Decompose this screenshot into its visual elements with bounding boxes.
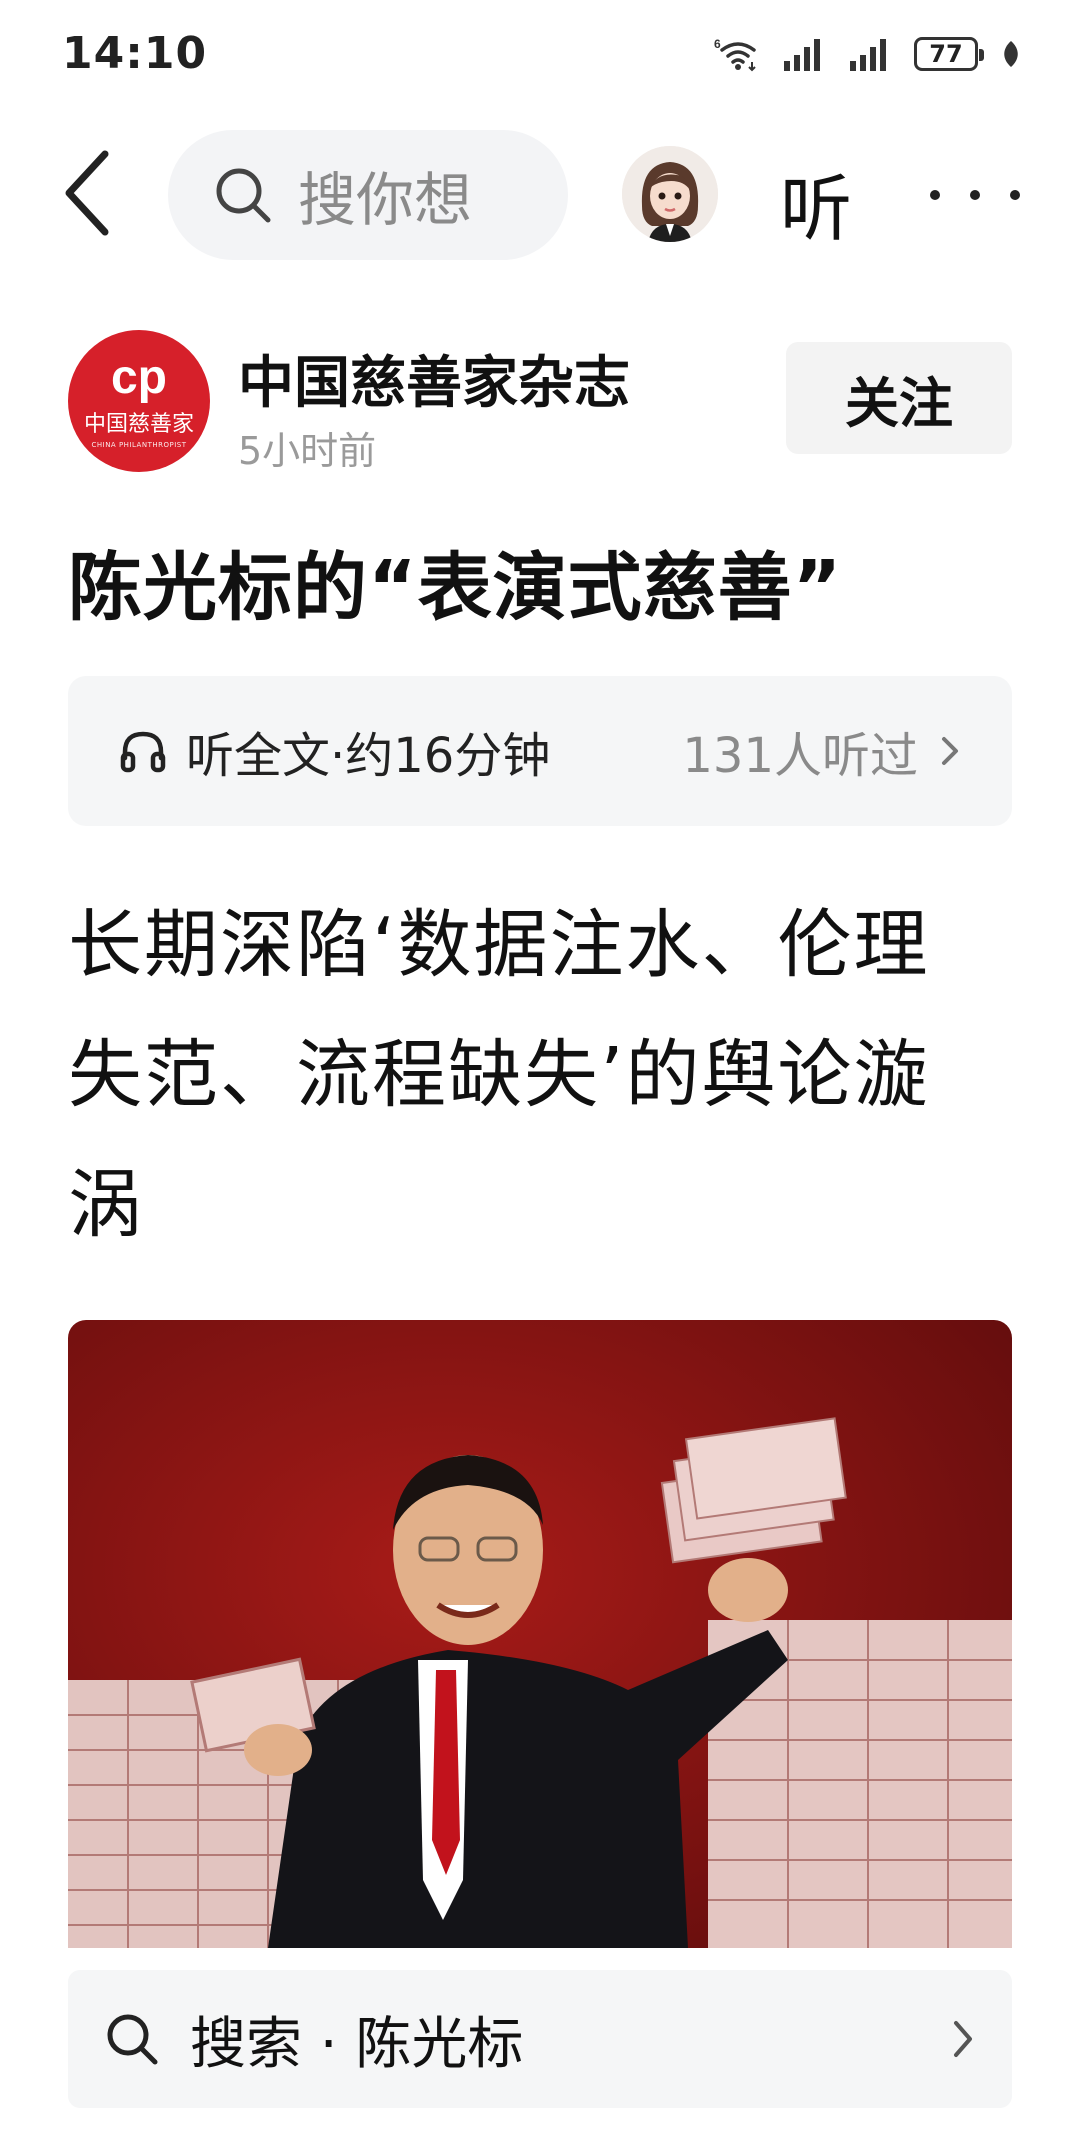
more-button[interactable] (930, 170, 1020, 220)
author-avatar[interactable]: cp 中国慈善家 CHINA PHILANTHROPIST (68, 330, 210, 472)
signal-icon (784, 39, 820, 71)
more-icon-dot (970, 190, 980, 200)
article-photo[interactable] (68, 1320, 1012, 1948)
related-search-text: 搜索 · 陈光标 (190, 2011, 524, 2077)
chevron-right-icon (942, 737, 958, 765)
article-title: 陈光标的“表演式慈善” (68, 545, 843, 631)
back-icon (65, 150, 109, 236)
author-logo-en: CHINA PHILANTHROPIST (91, 440, 187, 449)
search-icon (216, 168, 271, 223)
status-icons: 6 77 (714, 34, 1022, 74)
leaf-icon (1004, 41, 1018, 67)
listen-button[interactable]: 听 (780, 150, 852, 255)
search-placeholder: 搜你想 (298, 166, 473, 234)
avatar-icon (622, 146, 718, 242)
battery-icon: 77 (914, 37, 984, 71)
search-input[interactable]: 搜你想 (168, 130, 568, 260)
article-photo-illustration (68, 1320, 1012, 1948)
network-label: 6 (714, 37, 721, 51)
post-time: 5小时前 (238, 429, 377, 473)
signal-icon-2 (850, 39, 886, 71)
top-nav: 搜你想 听 (0, 120, 1080, 260)
listen-full-text-bar[interactable]: 听全文·约16分钟 131人听过 (68, 676, 1012, 826)
author-name[interactable]: 中国慈善家杂志 (238, 338, 630, 419)
assistant-avatar[interactable] (622, 146, 718, 242)
more-icon-dot (1010, 190, 1020, 200)
subtitle-line: 长期深陷‘数据注水、伦理 (68, 902, 930, 988)
author-logo-mark: cp (110, 350, 167, 404)
listen-count: 131人听过 (682, 728, 918, 784)
related-search-bar[interactable]: 搜索 · 陈光标 (68, 1970, 1012, 2108)
back-button[interactable] (52, 148, 122, 238)
follow-button[interactable]: 关注 (786, 342, 1012, 454)
status-time: 14:10 (62, 28, 208, 79)
listen-duration-label: 听全文·约16分钟 (186, 728, 551, 784)
search-icon (107, 2014, 158, 2065)
chevron-right-icon (954, 2021, 972, 2057)
article-subtitle: 长期深陷‘数据注水、伦理 失范、流程缺失’的舆论漩 涡 (68, 880, 1012, 1270)
headphones-icon (120, 731, 166, 773)
subtitle-line: 失范、流程缺失’的舆论漩 (68, 1032, 930, 1118)
more-icon (930, 190, 940, 200)
author-logo-cn: 中国慈善家 (83, 411, 194, 437)
wifi-icon: 6 (714, 37, 756, 72)
status-bar: 14:10 6 77 (0, 0, 1080, 110)
subtitle-line: 涡 (68, 1162, 144, 1248)
